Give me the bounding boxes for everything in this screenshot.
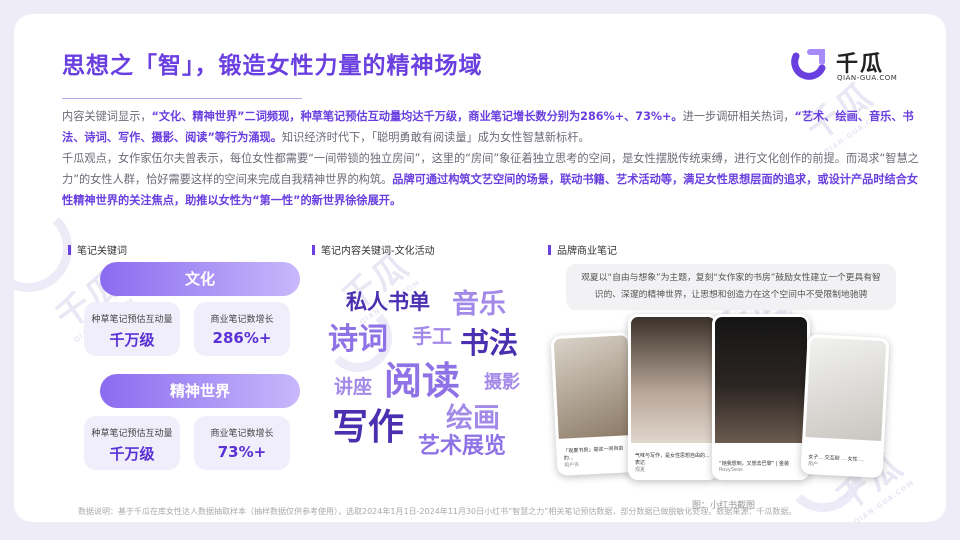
stat-card: 商业笔记数增长 286%+ xyxy=(194,302,290,356)
stat-label: 种草笔记预估互动量 xyxy=(91,429,173,439)
stat-card: 种草笔记预估互动量 千万级 xyxy=(84,302,180,356)
note-caption: 气味与写作，是女性思想自由的... 表达 观夏 xyxy=(635,453,710,473)
cloud-word: 音乐 xyxy=(452,289,506,320)
watermark-arc xyxy=(14,204,72,292)
paragraph-viewpoint: 千瓜观点，女作家伍尔夫曾表示，每位女性都需要“一间带锁的独立房间”，这里的“房间… xyxy=(62,148,927,211)
note-screenshot: 「观夏书房」是这一间自由的... 用户名 xyxy=(550,332,638,476)
slide-card: 千瓜QIAN-GUA.COM 千瓜QIAN-GUA.COM 千瓜QIAN-GUA… xyxy=(14,14,946,522)
brand-quote: 观夏以“自由与想象”为主题，复刻“女作家的书房”鼓励女性建立一个更具有智识的、深… xyxy=(566,264,896,310)
stat-value: 73%+ xyxy=(217,443,267,461)
para1-text-1: 内容关键词显示， xyxy=(62,110,152,123)
logo: 千瓜 QIAN-GUA.COM xyxy=(788,36,908,90)
section-label-cloud: 笔记内容关键词-文化活动 xyxy=(312,242,435,257)
note-image xyxy=(715,317,807,443)
section-label-keywords: 笔记关键词 xyxy=(68,242,127,257)
page-title: 思想之「智」，锻造女性力量的精神场域 xyxy=(62,53,483,79)
stat-label: 商业笔记数增长 xyxy=(210,429,274,439)
cloud-word: 艺术展览 xyxy=(418,434,507,459)
note-caption: “她我想到，又想去巴黎” | 金装 RosySeas xyxy=(719,461,790,473)
paragraph-keywords: 内容关键词显示，“文化、精神世界”二词频现，种草笔记预估互动量均达千万级，商业笔… xyxy=(62,106,927,148)
keyword-pill-culture: 文化 xyxy=(100,262,300,296)
para1-text-3: 知识经济时代下，「聪明勇敢有阅读量」成为女性智慧新标杆。 xyxy=(281,131,590,144)
cloud-word: 诗词 xyxy=(328,322,388,357)
cloud-word: 书法 xyxy=(460,326,519,360)
section-label-brand: 品牌商业笔记 xyxy=(548,242,617,257)
stat-value: 286%+ xyxy=(212,329,272,347)
stat-label: 种草笔记预估互动量 xyxy=(91,315,173,325)
note-image xyxy=(553,335,633,439)
title-divider xyxy=(62,98,302,99)
cloud-word: 私人书单 xyxy=(346,290,430,314)
data-footnote: 数据说明：基于千瓜在库女性达人数据抽取样本（抽样数据仅供参考使用），选取2024… xyxy=(78,507,797,516)
para1-text-2: 进一步调研相关热词， xyxy=(682,110,795,123)
note-image xyxy=(805,337,887,441)
note-caption: 「观夏书房」是这一间自由的... 用户名 xyxy=(563,445,624,469)
stat-label: 商业笔记数增长 xyxy=(210,315,274,325)
cloud-word: 讲座 xyxy=(334,376,373,398)
para1-highlight-1: “文化、精神世界”二词频现，种草笔记预估互动量均达千万级，商业笔记增长数分别为2… xyxy=(151,110,683,123)
keyword-pill-spirit: 精神世界 xyxy=(100,374,300,408)
cloud-word: 摄影 xyxy=(484,372,520,393)
cloud-word: 写作 xyxy=(332,407,405,448)
stat-card: 商业笔记数增长 73%+ xyxy=(194,416,290,470)
stat-card: 种草笔记预估互动量 千万级 xyxy=(84,416,180,470)
note-image xyxy=(631,317,715,443)
note-screenshot: 气味与写作，是女性思想自由的... 表达 观夏 xyxy=(628,314,718,480)
note-screenshot: 女子... 交互剧 ... 女性 ... 用户 xyxy=(800,333,890,479)
note-caption: 女子... 交互剧 ... 女性 ... 用户 xyxy=(807,454,865,468)
qiangua-logo-icon xyxy=(791,49,826,80)
stat-value: 千万级 xyxy=(109,445,155,463)
note-screenshot: “她我想到，又想去巴黎” | 金装 RosySeas xyxy=(712,314,810,480)
word-cloud: 私人书单 音乐 诗词 手工 书法 讲座 阅读 摄影 写作 绘画 艺术展览 xyxy=(328,286,554,476)
stat-value: 千万级 xyxy=(109,331,155,349)
logo-url: QIAN-GUA.COM xyxy=(837,74,898,82)
cloud-word: 手工 xyxy=(412,324,452,348)
